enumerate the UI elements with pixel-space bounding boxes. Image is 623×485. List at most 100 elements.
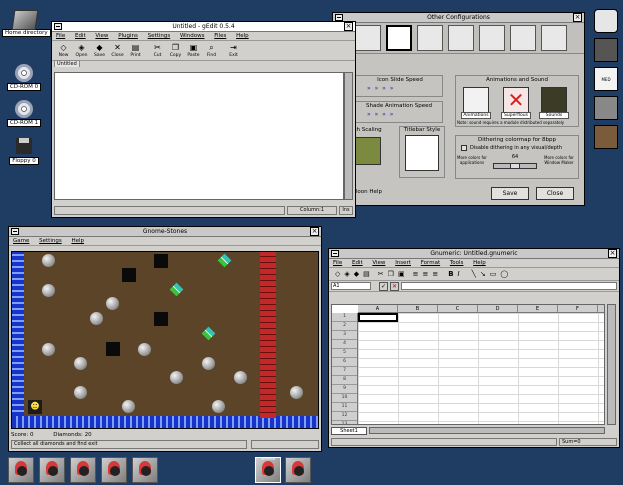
minimized-app-icon[interactable] [132,457,158,483]
icon-slide-speed-selector[interactable]: » » » » [367,85,394,92]
title-bar[interactable]: Untitled - gEdit 0.5.4 × [52,22,355,32]
superfluous-toggle-icon[interactable]: ✕ [503,87,529,113]
dock-mixer-icon[interactable]: MED [594,67,618,91]
ellipse-tool-icon[interactable]: ◯ [500,270,508,278]
open-icon[interactable]: ◈ [344,270,349,278]
window-menu-icon[interactable] [11,228,19,235]
icon-placement-icon[interactable] [355,25,381,51]
row-header[interactable]: 1 [332,313,357,322]
row-header[interactable]: 3 [332,331,357,340]
smooth-scaling-preview[interactable] [353,137,381,165]
row-header[interactable]: 8 [332,376,357,385]
menu-help[interactable]: Help [473,260,486,266]
other-config-icon[interactable] [386,25,412,51]
sounds-toggle-icon[interactable] [541,87,567,113]
rectangle-tool-icon[interactable]: ▭ [490,270,497,278]
workspace-icon[interactable] [417,25,443,51]
active-app-icon[interactable]: Terminal [255,457,281,483]
line-tool-icon[interactable]: ╲ [472,270,476,278]
menu-plugins[interactable]: Plugins [118,33,138,39]
close-icon[interactable]: × [608,249,617,258]
title-bar[interactable]: Gnome-Stones × [9,227,321,237]
titlebar-style-preview[interactable] [405,135,439,171]
menu-view[interactable]: View [372,260,385,266]
window-menu-icon[interactable] [335,14,343,21]
row-header[interactable]: 6 [332,358,357,367]
new-icon[interactable]: ◇ [335,270,340,278]
minimized-app-icon[interactable] [8,457,34,483]
row-header[interactable]: 4 [332,340,357,349]
row-header[interactable]: 13 [332,421,357,424]
horizontal-scrollbar[interactable] [369,427,605,434]
minimized-app-icon[interactable] [285,457,311,483]
vertical-scrollbar[interactable] [607,304,616,425]
print-button[interactable]: ▤ Print [128,43,143,58]
menu-help[interactable]: Help [71,238,84,244]
close-button[interactable]: Close [536,187,574,200]
align-left-icon[interactable]: ≡ [413,270,419,278]
keyboard-icon[interactable] [448,25,474,51]
menu-help[interactable]: Help [236,33,249,39]
row-header[interactable]: 10 [332,394,357,403]
row-header[interactable]: 7 [332,367,357,376]
desktop-icon-home[interactable]: Home directory [2,10,51,37]
dock-monitor-icon[interactable] [594,96,618,120]
align-right-icon[interactable]: ≡ [432,270,438,278]
cut-button[interactable]: ✂ Cut [150,43,165,58]
animations-toggle-icon[interactable] [463,87,489,113]
menu-edit[interactable]: Edit [75,33,86,39]
dock-tools-icon[interactable] [594,125,618,149]
menu-files[interactable]: Files [214,33,226,39]
menu-file[interactable]: File [333,260,342,266]
spreadsheet-grid[interactable]: A B C D E F 1 2 3 4 5 6 7 8 9 10 11 12 1… [331,304,605,425]
copy-icon[interactable]: ❐ [388,270,394,278]
print-icon[interactable]: ▤ [363,270,370,278]
desktop-icon-cdrom0[interactable]: CD-ROM 0 [2,64,46,91]
save-icon[interactable]: ◆ [354,270,359,278]
menu-insert[interactable]: Insert [395,260,411,266]
copy-button[interactable]: ❐ Copy [168,43,183,58]
new-button[interactable]: ◇ New [56,43,71,58]
desktop-icon-floppy[interactable]: Floppy 0 [2,138,46,165]
column-header[interactable]: C [438,305,478,312]
minimized-app-icon[interactable] [70,457,96,483]
formula-input[interactable] [401,282,617,290]
shade-speed-selector[interactable]: » » » » [367,111,394,118]
scissors-icon[interactable]: ✂ [378,270,384,278]
tab-untitled[interactable]: Untitled [54,60,80,67]
menu-format[interactable]: Format [421,260,440,266]
sheet-tab[interactable]: Sheet1 [331,427,367,435]
row-header[interactable]: 2 [332,322,357,331]
menu-game[interactable]: Game [13,238,29,244]
column-header[interactable]: F [558,305,598,312]
row-header[interactable]: 11 [332,403,357,412]
title-bar[interactable]: Other Configurations × [333,13,584,23]
minimized-app-icon[interactable] [101,457,127,483]
column-header[interactable]: D [478,305,518,312]
menu-edit[interactable]: Edit [352,260,363,266]
disable-dithering-checkbox[interactable] [461,145,467,151]
paste-icon[interactable]: ▣ [398,270,405,278]
row-header[interactable]: 9 [332,385,357,394]
menu-settings[interactable]: Settings [39,238,62,244]
cell-area[interactable] [358,313,604,424]
find-button[interactable]: ⌕ Find [204,43,219,58]
minimized-app-icon[interactable] [39,457,65,483]
menu-settings[interactable]: Settings [148,33,171,39]
align-center-icon[interactable]: ≡ [422,270,428,278]
desktop-icon-cdrom1[interactable]: CD-ROM 1 [2,100,46,127]
expert-icon[interactable] [541,25,567,51]
window-menu-icon[interactable] [331,250,339,257]
menu-file[interactable]: File [56,33,65,39]
arrow-tool-icon[interactable]: ↘ [480,270,486,278]
menu-windows[interactable]: Windows [180,33,205,39]
slider-thumb[interactable] [510,164,520,168]
open-button[interactable]: ◈ Open [74,43,89,58]
exit-button[interactable]: ⇥ Exit [226,43,241,58]
vertical-scrollbar[interactable] [344,72,353,200]
close-icon[interactable]: × [310,227,319,236]
dithering-slider[interactable] [493,163,537,169]
paste-button[interactable]: ▣ Paste [186,43,201,58]
mouse-icon[interactable] [479,25,505,51]
column-header[interactable]: A [358,305,398,312]
